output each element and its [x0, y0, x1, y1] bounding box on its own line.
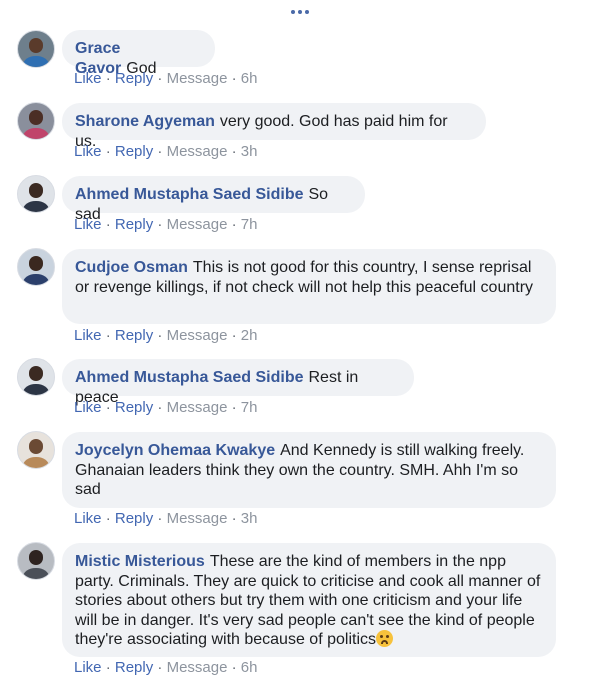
separator: ·: [231, 659, 237, 676]
reply-button[interactable]: Reply: [115, 143, 153, 160]
timestamp[interactable]: 3h: [241, 143, 258, 160]
like-button[interactable]: Like: [74, 143, 102, 160]
reply-button[interactable]: Reply: [115, 327, 153, 344]
reply-button[interactable]: Reply: [115, 510, 153, 527]
dot: [291, 10, 295, 14]
like-button[interactable]: Like: [74, 659, 102, 676]
reply-button[interactable]: Reply: [115, 216, 153, 233]
timestamp[interactable]: 7h: [241, 216, 258, 233]
comment-author[interactable]: Sharone Agyeman: [75, 113, 215, 130]
separator: ·: [157, 70, 163, 87]
message-button[interactable]: Message: [167, 659, 228, 676]
comment-author[interactable]: Cudjoe Osman: [75, 259, 188, 276]
avatar[interactable]: [17, 431, 55, 469]
message-button[interactable]: Message: [167, 399, 228, 416]
separator: ·: [105, 510, 111, 527]
like-button[interactable]: Like: [74, 399, 102, 416]
separator: ·: [231, 143, 237, 160]
separator: ·: [157, 216, 163, 233]
comment-bubble: Mistic Misterious These are the kind of m…: [62, 543, 556, 657]
dot: [305, 10, 309, 14]
comment-actions: Like · Reply · Message · 7h: [74, 399, 257, 416]
comment-author[interactable]: Ahmed Mustapha Saed Sidibe: [75, 369, 303, 386]
comment-actions: Like · Reply · Message · 3h: [74, 510, 257, 527]
comment-actions: Like · Reply · Message · 6h: [74, 70, 257, 87]
avatar[interactable]: [17, 358, 55, 396]
message-button[interactable]: Message: [167, 216, 228, 233]
comment-actions: Like · Reply · Message · 3h: [74, 143, 257, 160]
reply-button[interactable]: Reply: [115, 659, 153, 676]
timestamp[interactable]: 2h: [241, 327, 258, 344]
separator: ·: [231, 70, 237, 87]
timestamp[interactable]: 6h: [241, 70, 258, 87]
comment-author[interactable]: Ahmed Mustapha Saed Sidibe: [75, 186, 303, 203]
message-button[interactable]: Message: [167, 143, 228, 160]
separator: ·: [105, 327, 111, 344]
separator: ·: [105, 399, 111, 416]
timestamp[interactable]: 6h: [241, 659, 258, 676]
avatar[interactable]: [17, 175, 55, 213]
separator: ·: [157, 143, 163, 160]
dot: [298, 10, 302, 14]
avatar[interactable]: [17, 542, 55, 580]
separator: ·: [231, 216, 237, 233]
comment-author[interactable]: Mistic Misterious: [75, 553, 205, 570]
reply-button[interactable]: Reply: [115, 399, 153, 416]
separator: ·: [105, 143, 111, 160]
timestamp[interactable]: 7h: [241, 399, 258, 416]
separator: ·: [157, 399, 163, 416]
comment-actions: Like · Reply · Message · 6h: [74, 659, 257, 676]
message-button[interactable]: Message: [167, 70, 228, 87]
avatar[interactable]: [17, 30, 55, 68]
separator: ·: [157, 327, 163, 344]
separator: ·: [157, 510, 163, 527]
comment-bubble: Joycelyn Ohemaa Kwakye And Kennedy is sti…: [62, 432, 556, 508]
like-button[interactable]: Like: [74, 70, 102, 87]
comment-author[interactable]: Joycelyn Ohemaa Kwakye: [75, 442, 275, 459]
separator: ·: [105, 216, 111, 233]
avatar[interactable]: [17, 102, 55, 140]
separator: ·: [231, 510, 237, 527]
separator: ·: [105, 659, 111, 676]
like-button[interactable]: Like: [74, 510, 102, 527]
reply-button[interactable]: Reply: [115, 70, 153, 87]
separator: ·: [157, 659, 163, 676]
comment-actions: Like · Reply · Message · 7h: [74, 216, 257, 233]
message-button[interactable]: Message: [167, 510, 228, 527]
message-button[interactable]: Message: [167, 327, 228, 344]
comment-bubble: Sharone Agyeman very good. God has paid h…: [62, 103, 486, 150]
comment-bubble: Grace Gavor God: [62, 30, 215, 77]
separator: ·: [231, 327, 237, 344]
separator: ·: [105, 70, 111, 87]
timestamp[interactable]: 3h: [241, 510, 258, 527]
comment-bubble: Ahmed Mustapha Saed Sidibe So sad: [62, 176, 365, 223]
comment-bubble: Cudjoe Osman This is not good for this co…: [62, 249, 556, 324]
sad-face-emoji: [376, 630, 393, 647]
comment-actions: Like · Reply · Message · 2h: [74, 327, 257, 344]
avatar[interactable]: [17, 248, 55, 286]
like-button[interactable]: Like: [74, 216, 102, 233]
more-options-icon[interactable]: [0, 2, 600, 22]
comment-bubble: Ahmed Mustapha Saed Sidibe Rest in peace: [62, 359, 414, 406]
like-button[interactable]: Like: [74, 327, 102, 344]
separator: ·: [231, 399, 237, 416]
